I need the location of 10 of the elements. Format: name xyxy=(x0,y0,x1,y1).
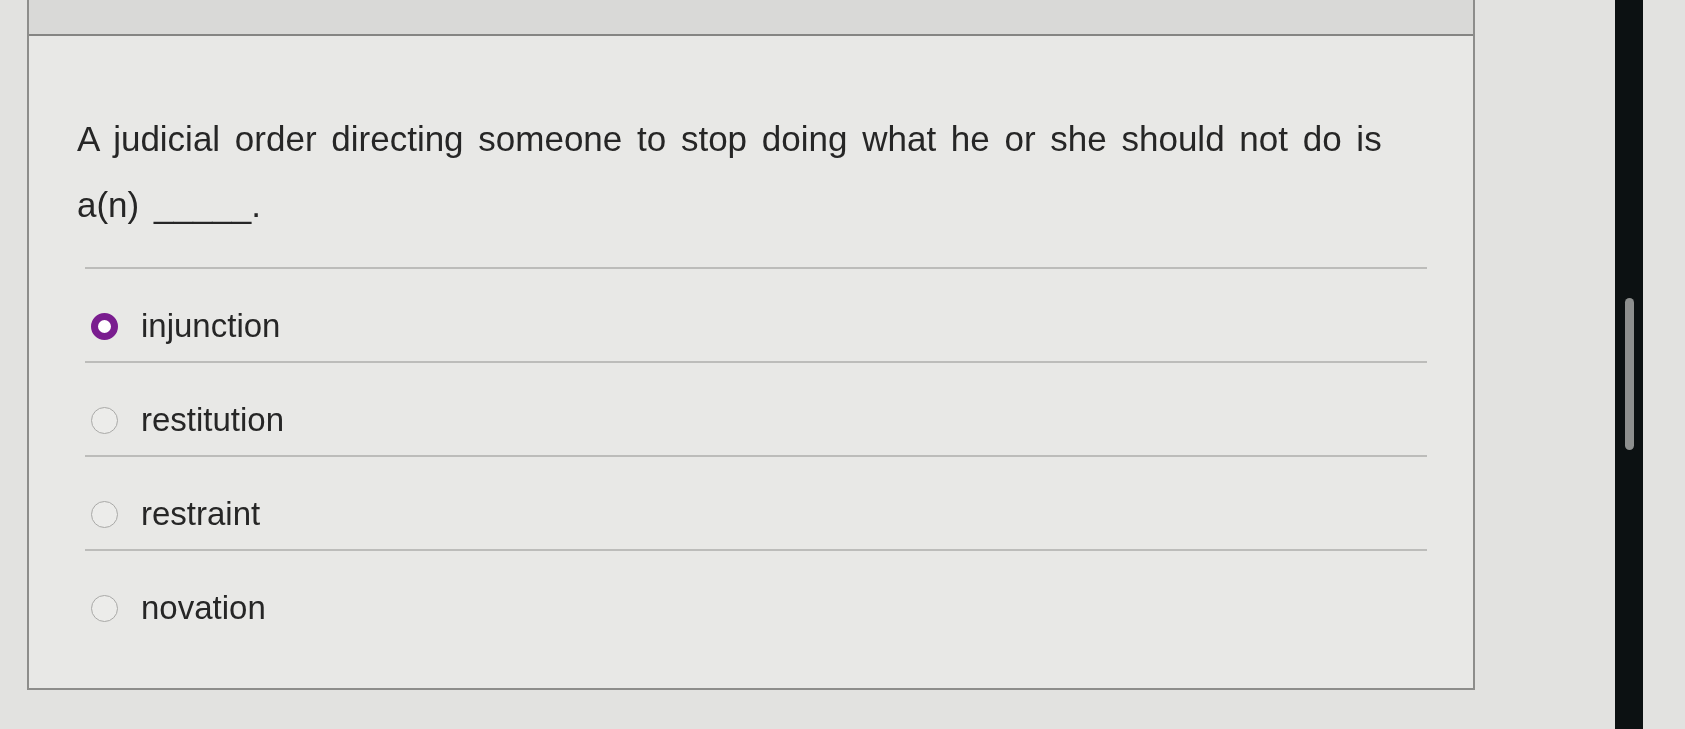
question-text: A judicial order directing someone to stop doing what he or she should not do is a(n) _____. xyxy=(77,118,1383,226)
radio-button[interactable] xyxy=(91,594,118,622)
option-label[interactable]: novation xyxy=(141,587,266,629)
option-label[interactable]: injunction xyxy=(141,305,281,347)
radio-button[interactable] xyxy=(91,406,118,434)
radio-button[interactable] xyxy=(91,312,118,340)
option-label[interactable]: restraint xyxy=(141,493,261,535)
scrollbar-thumb[interactable] xyxy=(1624,298,1634,450)
radio-button[interactable] xyxy=(91,500,118,528)
option-label[interactable]: restitution xyxy=(141,399,285,441)
